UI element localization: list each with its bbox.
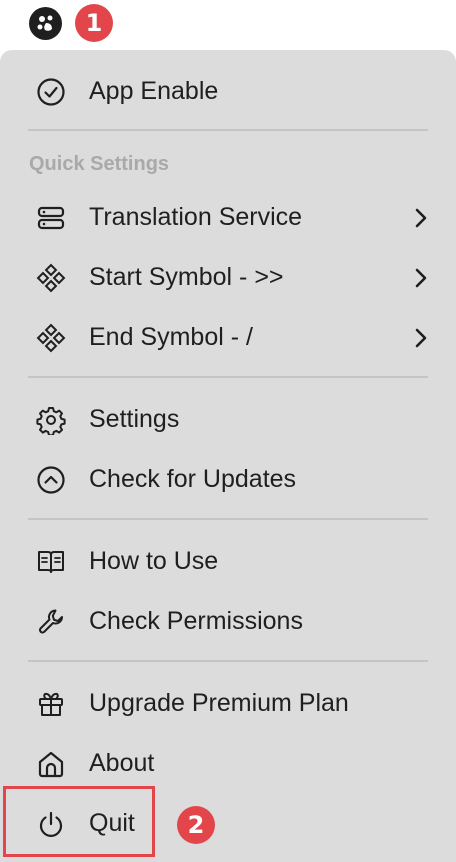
- menu-item-check-updates[interactable]: Check for Updates: [0, 451, 456, 507]
- dropdown-menu: App Enable Quick Settings Translation Se…: [0, 50, 456, 862]
- section-header-quick-settings: Quick Settings: [29, 153, 170, 175]
- annotation-badge-1: 1: [75, 4, 113, 42]
- menu-separator: [28, 129, 428, 131]
- menu-item-app-enable[interactable]: App Enable: [0, 63, 456, 119]
- menu-item-label: About: [89, 749, 155, 777]
- annotation-badge-2: 2: [177, 806, 215, 844]
- chevron-right-icon: [414, 327, 428, 349]
- menu-separator: [28, 376, 428, 378]
- gear-icon: [36, 405, 66, 435]
- menu-item-label: How to Use: [89, 547, 219, 575]
- annotation-highlight-box: [3, 786, 155, 857]
- menu-item-label: Check for Updates: [89, 465, 297, 493]
- menu-item-label: End Symbol - /: [89, 323, 253, 351]
- menu-separator: [28, 660, 428, 662]
- book-icon: [36, 547, 66, 577]
- diamond-dots-icon: [36, 323, 66, 353]
- app-logo-icon[interactable]: [29, 7, 62, 40]
- home-icon: [36, 749, 66, 779]
- check-circle-icon: [36, 77, 66, 107]
- menu-item-label: Translation Service: [89, 203, 303, 231]
- menu-item-start-symbol[interactable]: Start Symbol - >>: [0, 249, 456, 305]
- menu-item-label: App Enable: [89, 77, 219, 105]
- menu-item-label: Start Symbol - >>: [89, 263, 284, 291]
- server-icon: [36, 203, 66, 233]
- chevron-right-icon: [414, 267, 428, 289]
- menu-item-label: Upgrade Premium Plan: [89, 689, 349, 717]
- menu-item-about[interactable]: About: [0, 735, 456, 791]
- chevron-up-circle-icon: [36, 465, 66, 495]
- menu-item-settings[interactable]: Settings: [0, 391, 456, 447]
- gift-icon: [36, 689, 66, 719]
- menu-item-upgrade[interactable]: Upgrade Premium Plan: [0, 675, 456, 731]
- menu-item-end-symbol[interactable]: End Symbol - /: [0, 309, 456, 365]
- diamond-dots-icon: [36, 263, 66, 293]
- menu-item-how-to-use[interactable]: How to Use: [0, 533, 456, 589]
- wrench-icon: [36, 607, 66, 637]
- menu-item-label: Check Permissions: [89, 607, 303, 635]
- menu-item-check-permissions[interactable]: Check Permissions: [0, 593, 456, 649]
- menu-separator: [28, 518, 428, 520]
- chevron-right-icon: [414, 207, 428, 229]
- menu-item-translation-service[interactable]: Translation Service: [0, 189, 456, 245]
- menu-item-label: Settings: [89, 405, 180, 433]
